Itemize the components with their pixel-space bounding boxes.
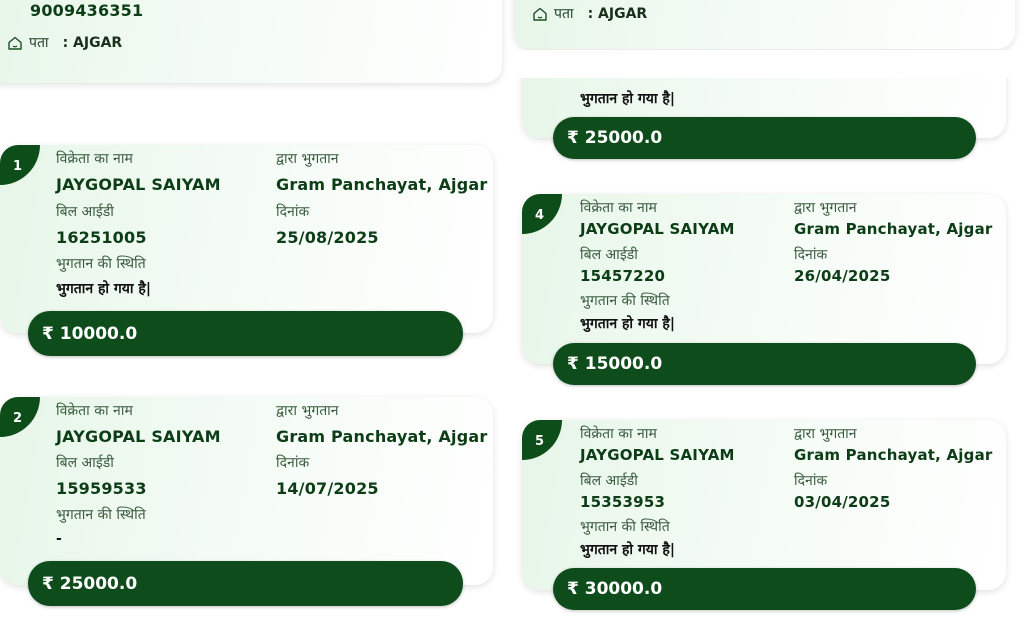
payment-status-label: भुगतान की स्थिति [56,507,146,523]
payment-status: भुगतान हो गया है| [580,91,675,107]
payment-card[interactable]: 4 विक्रेता का नाम JAYGOPAL SAIYAM द्वारा… [522,194,1006,364]
bill-id-label: बिल आईडी [56,455,114,471]
paid-by-label: द्वारा भुगतान [276,403,339,419]
vendor-label: विक्रेता का नाम [580,200,657,216]
payment-status-label: भुगतान की स्थिति [56,256,146,272]
payment-status: भुगतान हो गया है| [56,281,151,297]
paid-by-value: Gram Panchayat, Ajgar [276,427,488,446]
address-card-left: 9009436351 पता : AJGAR [0,0,502,83]
payment-status-label: भुगतान की स्थिति [580,293,670,309]
bill-id-value: 15457220 [580,267,666,285]
home-icon [533,7,547,21]
bill-id-label: बिल आईडी [580,247,638,263]
vendor-label: विक्रेता का नाम [580,426,657,442]
address-label: पता [554,6,574,22]
payment-status-label: भुगतान की स्थिति [580,519,670,535]
address-value: : AJGAR [587,5,648,22]
paid-by-value: Gram Panchayat, Ajgar [794,446,993,464]
paid-by-value: Gram Panchayat, Ajgar [794,220,993,238]
home-icon [8,36,22,50]
vendor-label: विक्रेता का नाम [56,403,133,419]
amount-pill[interactable]: ₹ 10000.0 [28,311,463,356]
paid-by-label: द्वारा भुगतान [794,200,857,216]
date-label: दिनांक [794,473,828,489]
payment-card[interactable]: 1 विक्रेता का नाम JAYGOPAL SAIYAM द्वारा… [0,145,493,333]
bill-id-label: बिल आईडी [580,473,638,489]
address-value: : AJGAR [62,34,123,51]
phone-number: 9009436351 [30,1,144,20]
vendor-name: JAYGOPAL SAIYAM [580,220,735,238]
vendor-name: JAYGOPAL SAIYAM [56,175,221,194]
date-value: 14/07/2025 [276,479,379,498]
amount-pill[interactable]: ₹ 25000.0 [28,561,463,606]
date-value: 03/04/2025 [794,493,891,511]
card-index-badge: 2 [0,397,40,437]
bill-id-label: बिल आईडी [56,204,114,220]
card-index-badge: 4 [522,194,562,234]
vendor-name: JAYGOPAL SAIYAM [580,446,735,464]
date-value: 26/04/2025 [794,267,891,285]
amount-pill[interactable]: ₹ 25000.0 [553,117,976,159]
paid-by-label: द्वारा भुगतान [794,426,857,442]
address-card-right: पता : AJGAR [514,0,1015,49]
card-index-badge: 1 [0,145,40,185]
bill-id-value: 15959533 [56,479,147,498]
divider-band [512,50,1024,78]
address-label: पता [29,35,49,51]
card-index-badge: 5 [522,420,562,460]
address-row: पता : AJGAR [7,33,122,52]
payment-status: - [56,531,62,547]
date-value: 25/08/2025 [276,228,379,247]
date-label: दिनांक [276,455,310,471]
date-label: दिनांक [794,247,828,263]
amount-pill[interactable]: ₹ 15000.0 [553,343,976,385]
bill-id-value: 15353953 [580,493,666,511]
date-label: दिनांक [276,204,310,220]
payment-status: भुगतान हो गया है| [580,542,675,558]
payment-card[interactable]: 5 विक्रेता का नाम JAYGOPAL SAIYAM द्वारा… [522,420,1006,590]
paid-by-value: Gram Panchayat, Ajgar [276,175,488,194]
amount-pill[interactable]: ₹ 30000.0 [553,568,976,610]
payment-status: भुगतान हो गया है| [580,316,675,332]
paid-by-label: द्वारा भुगतान [276,151,339,167]
bill-id-value: 16251005 [56,228,147,247]
vendor-label: विक्रेता का नाम [56,151,133,167]
address-row: पता : AJGAR [532,4,647,23]
payment-card[interactable]: 2 विक्रेता का नाम JAYGOPAL SAIYAM द्वारा… [0,397,493,585]
vendor-name: JAYGOPAL SAIYAM [56,427,221,446]
